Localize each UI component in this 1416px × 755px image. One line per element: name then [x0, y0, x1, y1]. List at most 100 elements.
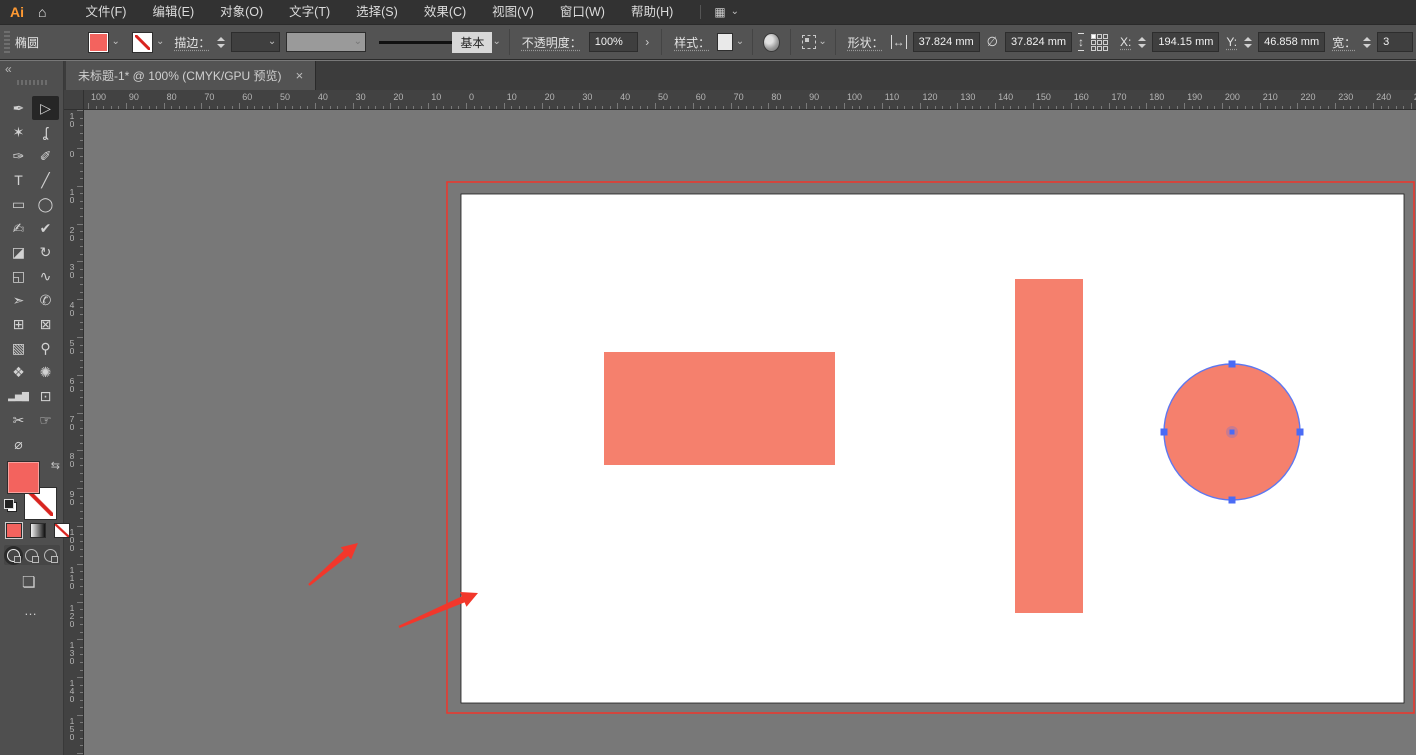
stroke-weight-select[interactable]: ⌄: [231, 32, 280, 52]
color-button[interactable]: [6, 523, 22, 538]
ruler-label: 150: [1036, 92, 1051, 102]
collapse-panel-icon[interactable]: «: [5, 62, 12, 76]
artboard-tool[interactable]: ⊡: [32, 384, 59, 408]
fill-indicator[interactable]: [7, 461, 40, 494]
none-button[interactable]: [54, 523, 70, 538]
width-stepper[interactable]: [1363, 37, 1371, 48]
y-stepper[interactable]: [1244, 37, 1252, 48]
add-anchor-point-tool[interactable]: ✒: [5, 96, 32, 120]
perspective-grid-tool[interactable]: ⊞: [5, 312, 32, 336]
workspace-switcher[interactable]: ▦ ⌄: [700, 5, 739, 19]
selection-handle[interactable]: [1297, 429, 1304, 436]
screen-mode-button[interactable]: ❏: [22, 573, 35, 591]
x-stepper[interactable]: [1138, 37, 1146, 48]
rectangle-tool[interactable]: ▭: [5, 192, 32, 216]
tools-panel-grip[interactable]: [17, 80, 47, 85]
draw-behind-button[interactable]: [25, 549, 38, 562]
slice-tool[interactable]: ✂: [5, 408, 32, 432]
scale-tool[interactable]: ◱: [5, 264, 32, 288]
gradient-button[interactable]: [30, 523, 46, 538]
opacity-field[interactable]: 100%: [589, 32, 639, 52]
live-paint-bucket-tool[interactable]: ✆: [32, 288, 59, 312]
vertical-ruler[interactable]: 1001020304050607080901001101201301401501…: [64, 110, 84, 755]
canvas-pasteboard[interactable]: [84, 110, 1416, 755]
home-icon[interactable]: ⌂: [38, 4, 46, 20]
document-tab[interactable]: 未标题-1* @ 100% (CMYK/GPU 预览) ×: [66, 61, 316, 90]
rotate-tool[interactable]: ↻: [32, 240, 59, 264]
ruler-tick: [254, 106, 255, 109]
mesh-tool[interactable]: ⊠: [32, 312, 59, 336]
ruler-corner[interactable]: [64, 90, 84, 110]
pen-tool[interactable]: ✑: [5, 144, 32, 168]
reference-point-locator[interactable]: [1091, 34, 1108, 51]
magic-wand-tool[interactable]: ✶: [5, 120, 32, 144]
selection-handle[interactable]: [1229, 497, 1236, 504]
ruler-tick: [224, 106, 225, 109]
y-field[interactable]: 46.858 mm: [1258, 32, 1325, 52]
panel-grip[interactable]: [4, 31, 10, 53]
line-segment-tool[interactable]: ╱: [32, 168, 59, 192]
x-label[interactable]: X:: [1120, 35, 1131, 49]
y-label[interactable]: Y:: [1226, 35, 1237, 49]
stroke-weight-stepper[interactable]: [217, 37, 225, 48]
menu-item-type[interactable]: 文字(T): [276, 0, 343, 24]
ruler-tick: [965, 106, 966, 109]
fill-color-swatch[interactable]: ⌄: [88, 32, 120, 53]
opacity-label[interactable]: 不透明度：: [522, 34, 582, 51]
width-label[interactable]: 宽：: [1332, 34, 1356, 51]
edit-toolbar-icon[interactable]: …: [24, 603, 38, 618]
shape-width-field[interactable]: 37.824 mm: [913, 32, 980, 52]
menu-item-file[interactable]: 文件(F): [72, 0, 139, 24]
zoom-tool[interactable]: ⌀: [5, 432, 32, 456]
shape-builder-tool[interactable]: ➣: [5, 288, 32, 312]
gradient-tool[interactable]: ▧: [5, 336, 32, 360]
menu-item-view[interactable]: 视图(V): [479, 0, 547, 24]
unlink-dimensions-icon[interactable]: ∅: [987, 34, 998, 50]
menu-item-window[interactable]: 窗口(W): [547, 0, 618, 24]
blend-tool[interactable]: ❖: [5, 360, 32, 384]
brush-definition-select[interactable]: 基本: [452, 32, 492, 53]
horizontal-ruler[interactable]: 1009080706050403020100102030405060708090…: [84, 90, 1416, 110]
stroke-color-swatch[interactable]: ⌄: [132, 32, 164, 53]
symbol-sprayer-tool[interactable]: ✺: [32, 360, 59, 384]
hand-tool[interactable]: ☞: [32, 408, 59, 432]
x-field[interactable]: 194.15 mm: [1152, 32, 1219, 52]
lasso-tool[interactable]: ʆ: [32, 120, 59, 144]
width-tool[interactable]: ∿: [32, 264, 59, 288]
paintbrush-tool[interactable]: ✍: [5, 216, 32, 240]
menu-item-help[interactable]: 帮助(H): [618, 0, 686, 24]
selection-tool[interactable]: ▷: [32, 96, 59, 120]
recolor-artwork-icon[interactable]: [763, 33, 780, 52]
illustrator-logo[interactable]: Ai: [10, 4, 24, 20]
width-field[interactable]: 3: [1377, 32, 1413, 52]
eraser-tool[interactable]: ◪: [5, 240, 32, 264]
draw-inside-button[interactable]: [44, 549, 57, 562]
shape-height-field[interactable]: 37.824 mm: [1005, 32, 1072, 52]
selection-handle[interactable]: [1161, 429, 1168, 436]
menu-item-effect[interactable]: 效果(C): [411, 0, 479, 24]
menu-item-select[interactable]: 选择(S): [343, 0, 411, 24]
chevron-right-icon[interactable]: ›: [645, 35, 649, 49]
curvature-tool[interactable]: ✐: [32, 144, 59, 168]
type-tool[interactable]: T: [5, 168, 32, 192]
variable-width-profile-select[interactable]: ⌄: [286, 32, 366, 52]
default-fill-stroke-icon[interactable]: [4, 499, 17, 512]
align-options-icon[interactable]: [802, 35, 816, 49]
menu-item-object[interactable]: 对象(O): [207, 0, 276, 24]
selection-handle[interactable]: [1229, 361, 1236, 368]
swap-fill-stroke-icon[interactable]: ⇆: [51, 459, 60, 472]
draw-normal-button[interactable]: [7, 549, 20, 562]
column-graph-tool[interactable]: ▂▅▇: [5, 384, 32, 408]
style-label[interactable]: 样式：: [674, 34, 710, 51]
coral-rectangle[interactable]: [604, 352, 835, 465]
graphic-style-swatch[interactable]: [717, 33, 733, 51]
stroke-weight-label[interactable]: 描边：: [174, 34, 210, 51]
tab-close-icon[interactable]: ×: [296, 68, 304, 83]
shaper-tool[interactable]: ✔: [32, 216, 59, 240]
selection-center-point[interactable]: [1230, 430, 1235, 435]
menu-item-edit[interactable]: 编辑(E): [139, 0, 207, 24]
ellipse-tool[interactable]: ◯: [32, 192, 59, 216]
eyedropper-tool[interactable]: ⚲: [32, 336, 59, 360]
ruler-tick: [1161, 106, 1162, 109]
coral-vertical-bar[interactable]: [1015, 279, 1083, 613]
